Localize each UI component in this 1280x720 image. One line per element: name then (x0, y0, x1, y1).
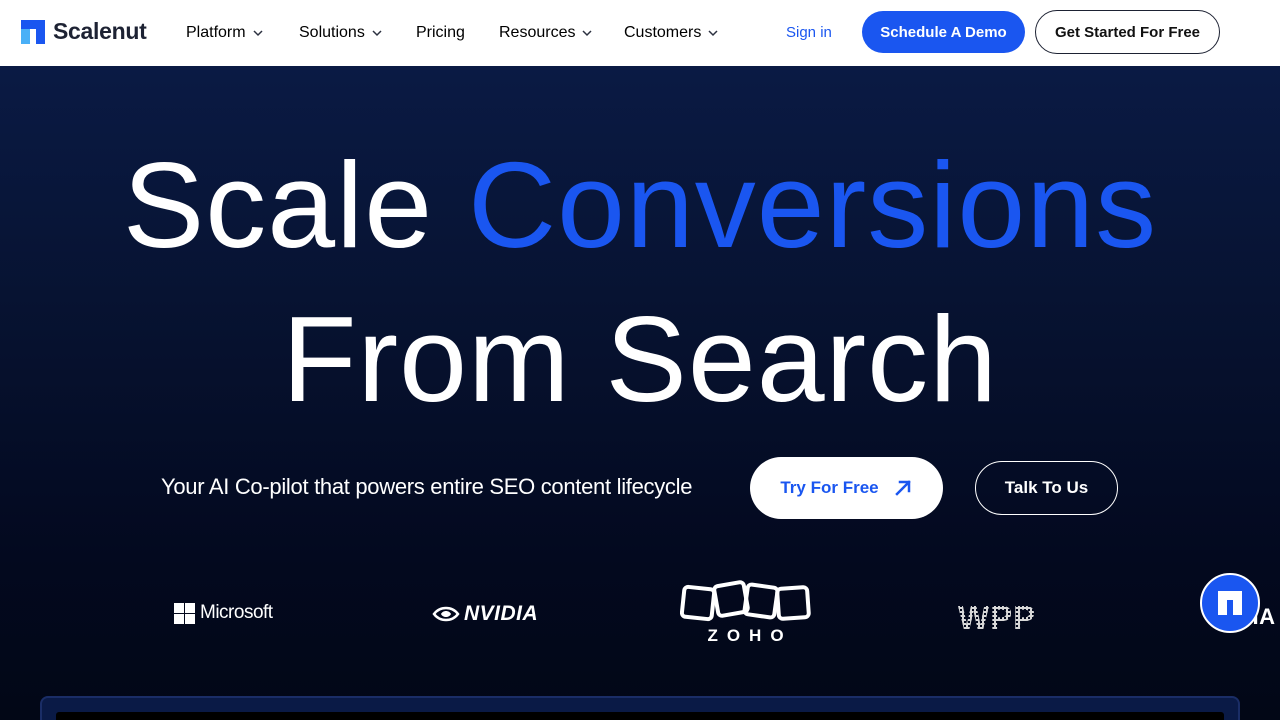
chat-widget-icon (1218, 591, 1242, 615)
try-for-free-label: Try For Free (780, 478, 879, 497)
nav-platform-label: Platform (186, 24, 246, 41)
nvidia-logo: NVIDIA (432, 602, 538, 626)
chevron-down-icon (582, 30, 593, 37)
wpp-logo: WPP (958, 599, 1037, 637)
hero-tagline: Your AI Co-pilot that powers entire SEO … (161, 474, 693, 499)
nav-solutions[interactable]: Solutions (299, 24, 383, 42)
hero-headline-line2: From Search (281, 291, 999, 427)
zoho-boxes-icon (680, 580, 811, 622)
product-preview-screen (56, 712, 1224, 720)
nvidia-logo-text: NVIDIA (464, 602, 539, 625)
nav-resources-label: Resources (499, 24, 576, 41)
scalenut-logo-icon (21, 19, 45, 44)
hero-headline-line1: Scale Conversions (0, 144, 1280, 266)
site-header: Scalenut Platform Solutions Pricing Reso… (0, 0, 1280, 66)
chevron-down-icon (372, 30, 382, 37)
arrow-up-right-icon (894, 480, 911, 496)
chevron-down-icon (708, 30, 718, 37)
headline-word-scale: Scale (122, 137, 434, 273)
hero-section: Scale Conversions From Search Your AI Co… (0, 66, 1280, 720)
zoho-logo: ZOHO (680, 580, 812, 646)
nav-platform[interactable]: Platform (186, 24, 264, 42)
chevron-down-icon (253, 30, 263, 37)
brand-logo[interactable]: Scalenut (21, 18, 147, 45)
chat-widget-button[interactable] (1200, 573, 1260, 633)
nav-pricing[interactable]: Pricing (416, 24, 465, 42)
nvidia-eye-icon (432, 606, 460, 622)
sign-in-link[interactable]: Sign in (786, 24, 832, 41)
schedule-demo-button[interactable]: Schedule A Demo (862, 11, 1025, 53)
microsoft-grid-icon (174, 602, 195, 624)
try-for-free-button[interactable]: Try For Free (750, 457, 943, 519)
get-started-button[interactable]: Get Started For Free (1035, 10, 1220, 54)
talk-to-us-button[interactable]: Talk To Us (975, 461, 1118, 515)
brand-name: Scalenut (53, 18, 147, 44)
nav-customers[interactable]: Customers (624, 24, 719, 42)
microsoft-logo: Microsoft (174, 602, 273, 624)
headline-word-conversions: Conversions (468, 137, 1158, 273)
product-preview-frame (40, 696, 1240, 720)
nav-resources[interactable]: Resources (499, 24, 593, 42)
nav-pricing-label: Pricing (416, 24, 465, 41)
nav-customers-label: Customers (624, 24, 702, 41)
microsoft-logo-text: Microsoft (200, 602, 273, 623)
zoho-logo-text: ZOHO (707, 626, 793, 645)
nav-solutions-label: Solutions (299, 24, 365, 41)
